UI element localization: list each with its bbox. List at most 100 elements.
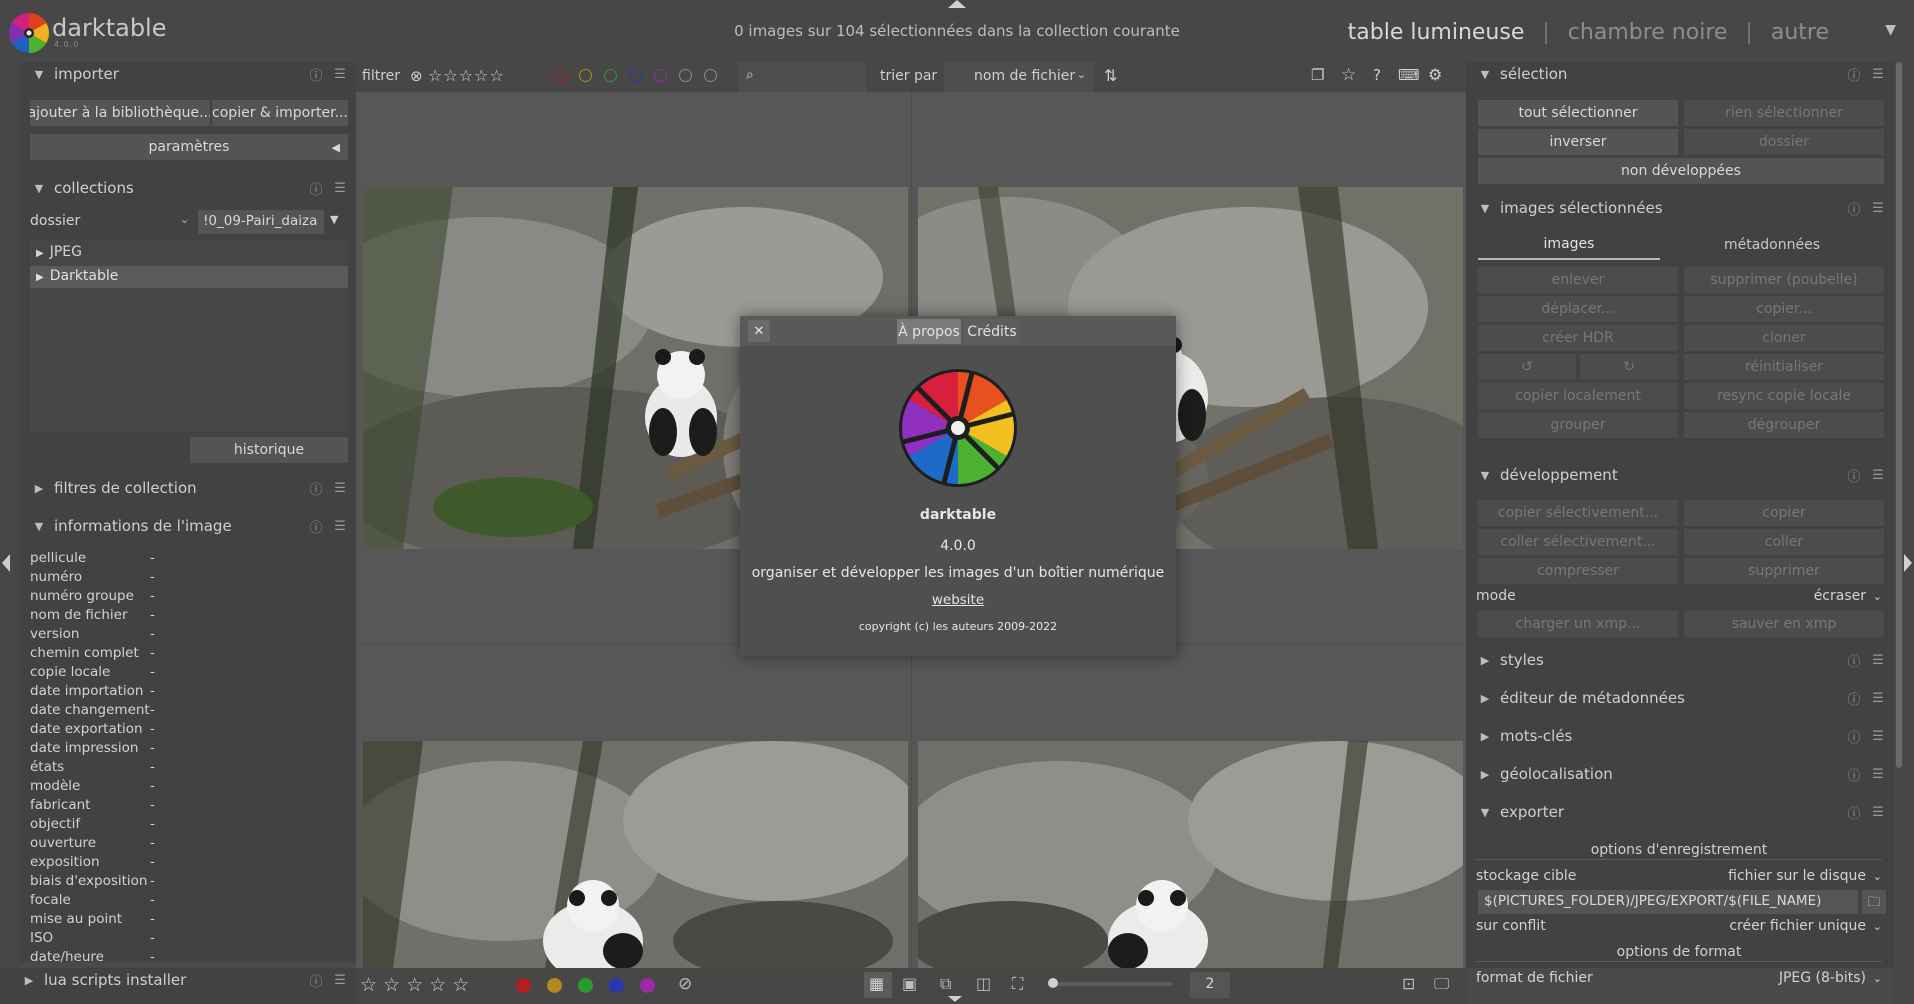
zoom-slider[interactable] [1052,982,1172,986]
select-none-button[interactable]: rien sélectionner [1684,100,1884,126]
presets-menu-icon[interactable]: ☰ [328,519,352,534]
module-lua-installer-header[interactable]: ▶ lua scripts installer ⓘ ☰ [14,966,352,994]
tree-item-darktable[interactable]: ▶ Darktable [30,266,348,288]
paste-history-button[interactable]: coller [1684,529,1884,555]
params-button[interactable]: paramètres ◀ [30,134,348,160]
rating-filter-stars[interactable]: ☆☆☆☆☆ [428,66,505,85]
color-filter-circle[interactable] [679,69,692,82]
ungroup-button[interactable]: dégrouper [1684,412,1884,438]
reset-rotation-button[interactable]: réinitialiser [1684,354,1884,380]
color-filter-circle[interactable] [579,69,592,82]
help-icon[interactable]: ? [1373,66,1381,84]
clear-color-icon[interactable]: ⊘ [678,974,692,994]
keyboard-shortcuts-icon[interactable]: ⌨ [1398,66,1420,84]
load-xmp-button[interactable]: charger un xmp... [1478,611,1678,637]
add-to-library-button[interactable]: ajouter à la bibliothèque... [30,100,210,126]
website-link[interactable]: website [740,592,1176,608]
preview-layout-icon[interactable]: ⛶ [1012,974,1023,994]
compress-history-button[interactable]: compresser [1478,558,1678,584]
collection-property-label[interactable]: dossier [30,213,80,229]
reset-icon[interactable]: ⓘ [1842,689,1866,708]
discard-history-button[interactable]: supprimer [1684,558,1884,584]
selective-paste-button[interactable]: coller sélectivement... [1478,529,1678,555]
reject-filter-icon[interactable]: ⊗ [410,67,423,85]
presets-menu-icon[interactable]: ☰ [1866,67,1890,82]
module-tagging-header[interactable]: ▶ mots-clés ⓘ ☰ [1470,722,1890,750]
color-label-button[interactable] [609,978,624,993]
tree-item-jpeg[interactable]: ▶ JPEG [30,242,348,264]
module-collection-filters-header[interactable]: ▶ filtres de collection ⓘ ☰ [24,474,352,502]
collection-dropdown-icon[interactable]: ▼ [330,213,338,226]
presets-menu-icon[interactable]: ☰ [328,181,352,196]
copy-import-button[interactable]: copier & importer... [212,100,348,126]
select-folder-button[interactable]: dossier [1684,129,1884,155]
module-metadata-editor-header[interactable]: ▶ éditeur de métadonnées ⓘ ☰ [1470,684,1890,712]
rotate-ccw-icon[interactable]: ↺ [1478,354,1576,380]
sort-dropdown[interactable]: nom de fichier ⌄ [944,62,1094,92]
create-hdr-button[interactable]: créer HDR [1478,325,1678,351]
module-selection-header[interactable]: ▼ sélection ⓘ ☰ [1470,60,1890,88]
filemanager-layout-icon[interactable]: ▦ [864,972,892,998]
presets-menu-icon[interactable]: ☰ [1866,468,1890,483]
culling-dynamic-icon[interactable]: ◫ [976,974,991,993]
export-path-input[interactable]: $(PICTURES_FOLDER)/JPEG/EXPORT/$(FILE_NA… [1478,890,1858,914]
invert-selection-button[interactable]: inverser [1478,129,1678,155]
gear-icon[interactable]: ⚙ [1428,65,1442,84]
remove-button[interactable]: enlever [1478,267,1678,293]
color-filter-circle[interactable] [654,69,667,82]
target-storage-row[interactable]: stockage cible fichier sur le disque ⌄ [1476,868,1882,890]
view-lighttable[interactable]: table lumineuse [1348,20,1525,45]
trash-button[interactable]: supprimer (poubelle) [1684,267,1884,293]
module-image-info-header[interactable]: ▼ informations de l'image ⓘ ☰ [24,512,352,540]
tab-credits[interactable]: Crédits [964,319,1020,344]
focus-peaking-icon[interactable]: ⊡ [1402,974,1415,993]
presets-menu-icon[interactable]: ☰ [328,67,352,82]
history-button[interactable]: historique [190,437,348,463]
save-xmp-button[interactable]: sauver en xmp [1684,611,1884,637]
thumbnails-per-row-input[interactable]: 2 [1190,972,1230,998]
search-input[interactable]: ⌕ [738,62,866,92]
reset-icon[interactable]: ⓘ [1842,727,1866,746]
presets-menu-icon[interactable]: ☰ [1866,691,1890,706]
overlays-star-icon[interactable]: ☆ [1341,65,1356,85]
view-other[interactable]: autre [1771,20,1829,45]
close-icon[interactable]: ✕ [748,320,770,342]
zoom-slider-handle[interactable] [1048,978,1058,988]
group-button[interactable]: grouper [1478,412,1678,438]
reset-icon[interactable]: ⓘ [1842,765,1866,784]
reset-icon[interactable]: ⓘ [1842,803,1866,822]
select-all-button[interactable]: tout sélectionner [1478,100,1678,126]
presets-menu-icon[interactable]: ☰ [1866,201,1890,216]
color-label-button[interactable] [547,978,562,993]
module-history-stack-header[interactable]: ▼ développement ⓘ ☰ [1470,461,1890,489]
rating-stars[interactable]: ☆ ☆ ☆ ☆ ☆ [360,974,469,996]
presets-menu-icon[interactable]: ☰ [328,973,352,988]
presets-menu-icon[interactable]: ☰ [1866,767,1890,782]
duplicate-button[interactable]: cloner [1684,325,1884,351]
rotate-cw-icon[interactable]: ↻ [1580,354,1678,380]
move-button[interactable]: déplacer... [1478,296,1678,322]
select-undeveloped-button[interactable]: non développées [1478,158,1884,184]
reset-icon[interactable]: ⓘ [1842,651,1866,670]
culling-layout-icon[interactable]: ⧉ [940,974,951,994]
collapse-right-arrow-icon[interactable] [1904,554,1912,572]
color-label-button[interactable] [516,978,531,993]
module-styles-header[interactable]: ▶ styles ⓘ ☰ [1470,646,1890,674]
copy-history-button[interactable]: copier [1684,500,1884,526]
file-format-row[interactable]: format de fichier JPEG (8-bits) ⌄ [1476,970,1882,992]
thumbnail-4[interactable] [918,741,1463,968]
selective-copy-button[interactable]: copier sélectivement... [1478,500,1678,526]
resync-local-copy-button[interactable]: resync copie locale [1684,383,1884,409]
reset-icon[interactable]: ⓘ [1842,466,1866,485]
display-profile-icon[interactable]: 🖵 [1434,974,1449,994]
folder-icon[interactable]: 🗀 [1862,890,1886,914]
color-filter-circle[interactable] [629,69,642,82]
collapse-bottom-arrow-icon[interactable] [948,996,962,1002]
mode-row[interactable]: mode écraser ⌄ [1476,588,1882,610]
color-label-button[interactable] [578,978,593,993]
right-panel-scrollbar[interactable] [1896,62,1902,768]
tab-images[interactable]: images [1478,230,1660,260]
copy-button[interactable]: copier... [1684,296,1884,322]
module-export-header[interactable]: ▼ exporter ⓘ ☰ [1470,798,1890,826]
chevron-down-icon[interactable]: ⌄ [180,213,189,226]
